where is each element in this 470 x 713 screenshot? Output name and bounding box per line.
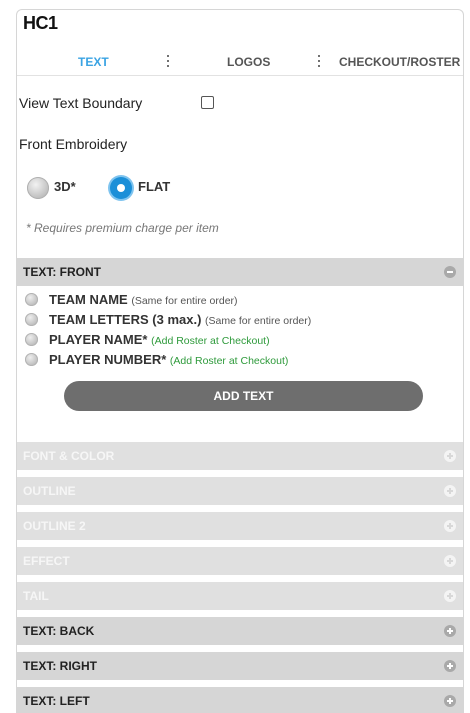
expand-icon — [444, 555, 456, 567]
radio-dot-icon[interactable] — [25, 293, 38, 306]
expand-icon[interactable] — [444, 625, 456, 637]
tab-checkout-roster[interactable]: CHECKOUT/ROSTER — [339, 55, 460, 69]
view-text-boundary-label: View Text Boundary — [19, 95, 143, 111]
section-text-front[interactable]: TEXT: FRONT — [17, 258, 463, 286]
expand-icon[interactable] — [444, 695, 456, 707]
section-text-right[interactable]: TEXT: RIGHT — [17, 652, 463, 680]
radio-dot-icon[interactable] — [25, 313, 38, 326]
expand-icon — [444, 520, 456, 532]
radio-3d[interactable] — [27, 177, 49, 199]
section-font-color: FONT & COLOR — [17, 442, 463, 470]
section-label: TEXT: LEFT — [23, 694, 90, 708]
option-label: TEAM NAME (Same for entire order) — [49, 292, 238, 307]
radio-3d-label: 3D* — [54, 179, 76, 194]
section-label: OUTLINE — [23, 484, 76, 498]
section-label: OUTLINE 2 — [23, 519, 86, 533]
tab-separator-icon — [317, 54, 321, 70]
expand-icon — [444, 590, 456, 602]
section-outline-2: OUTLINE 2 — [17, 512, 463, 540]
expand-icon — [444, 450, 456, 462]
tab-separator-icon — [166, 54, 170, 70]
section-effect: EFFECT — [17, 547, 463, 575]
tab-bar: TEXT LOGOS CHECKOUT/ROSTER — [17, 50, 463, 76]
front-embroidery-label: Front Embroidery — [19, 136, 128, 152]
section-text-back[interactable]: TEXT: BACK — [17, 617, 463, 645]
option-label: PLAYER NAME* (Add Roster at Checkout) — [49, 332, 270, 347]
radio-dot-icon[interactable] — [25, 353, 38, 366]
customizer-panel: HC1 TEXT LOGOS CHECKOUT/ROSTER View Text… — [16, 9, 464, 713]
collapse-icon[interactable] — [444, 266, 456, 278]
tab-logos[interactable]: LOGOS — [227, 55, 270, 69]
tab-text[interactable]: TEXT — [78, 55, 109, 69]
section-label: FONT & COLOR — [23, 449, 115, 463]
product-title: HC1 — [23, 13, 58, 33]
section-text-left[interactable]: TEXT: LEFT — [17, 687, 463, 713]
expand-icon — [444, 485, 456, 497]
expand-icon[interactable] — [444, 660, 456, 672]
option-label: TEAM LETTERS (3 max.) (Same for entire o… — [49, 312, 312, 327]
section-label: TEXT: RIGHT — [23, 659, 97, 673]
section-label: EFFECT — [23, 554, 70, 568]
add-text-button[interactable]: ADD TEXT — [64, 381, 423, 411]
section-label: TEXT: FRONT — [23, 265, 101, 279]
section-label: TAIL — [23, 589, 49, 603]
radio-flat[interactable] — [110, 177, 132, 199]
option-label: PLAYER NUMBER* (Add Roster at Checkout) — [49, 352, 289, 367]
section-label: TEXT: BACK — [23, 624, 95, 638]
radio-flat-label: FLAT — [138, 179, 171, 194]
section-outline: OUTLINE — [17, 477, 463, 505]
section-tail: TAIL — [17, 582, 463, 610]
premium-note: * Requires premium charge per item — [26, 221, 219, 235]
radio-dot-icon[interactable] — [25, 333, 38, 346]
view-text-boundary-checkbox[interactable] — [201, 96, 214, 109]
